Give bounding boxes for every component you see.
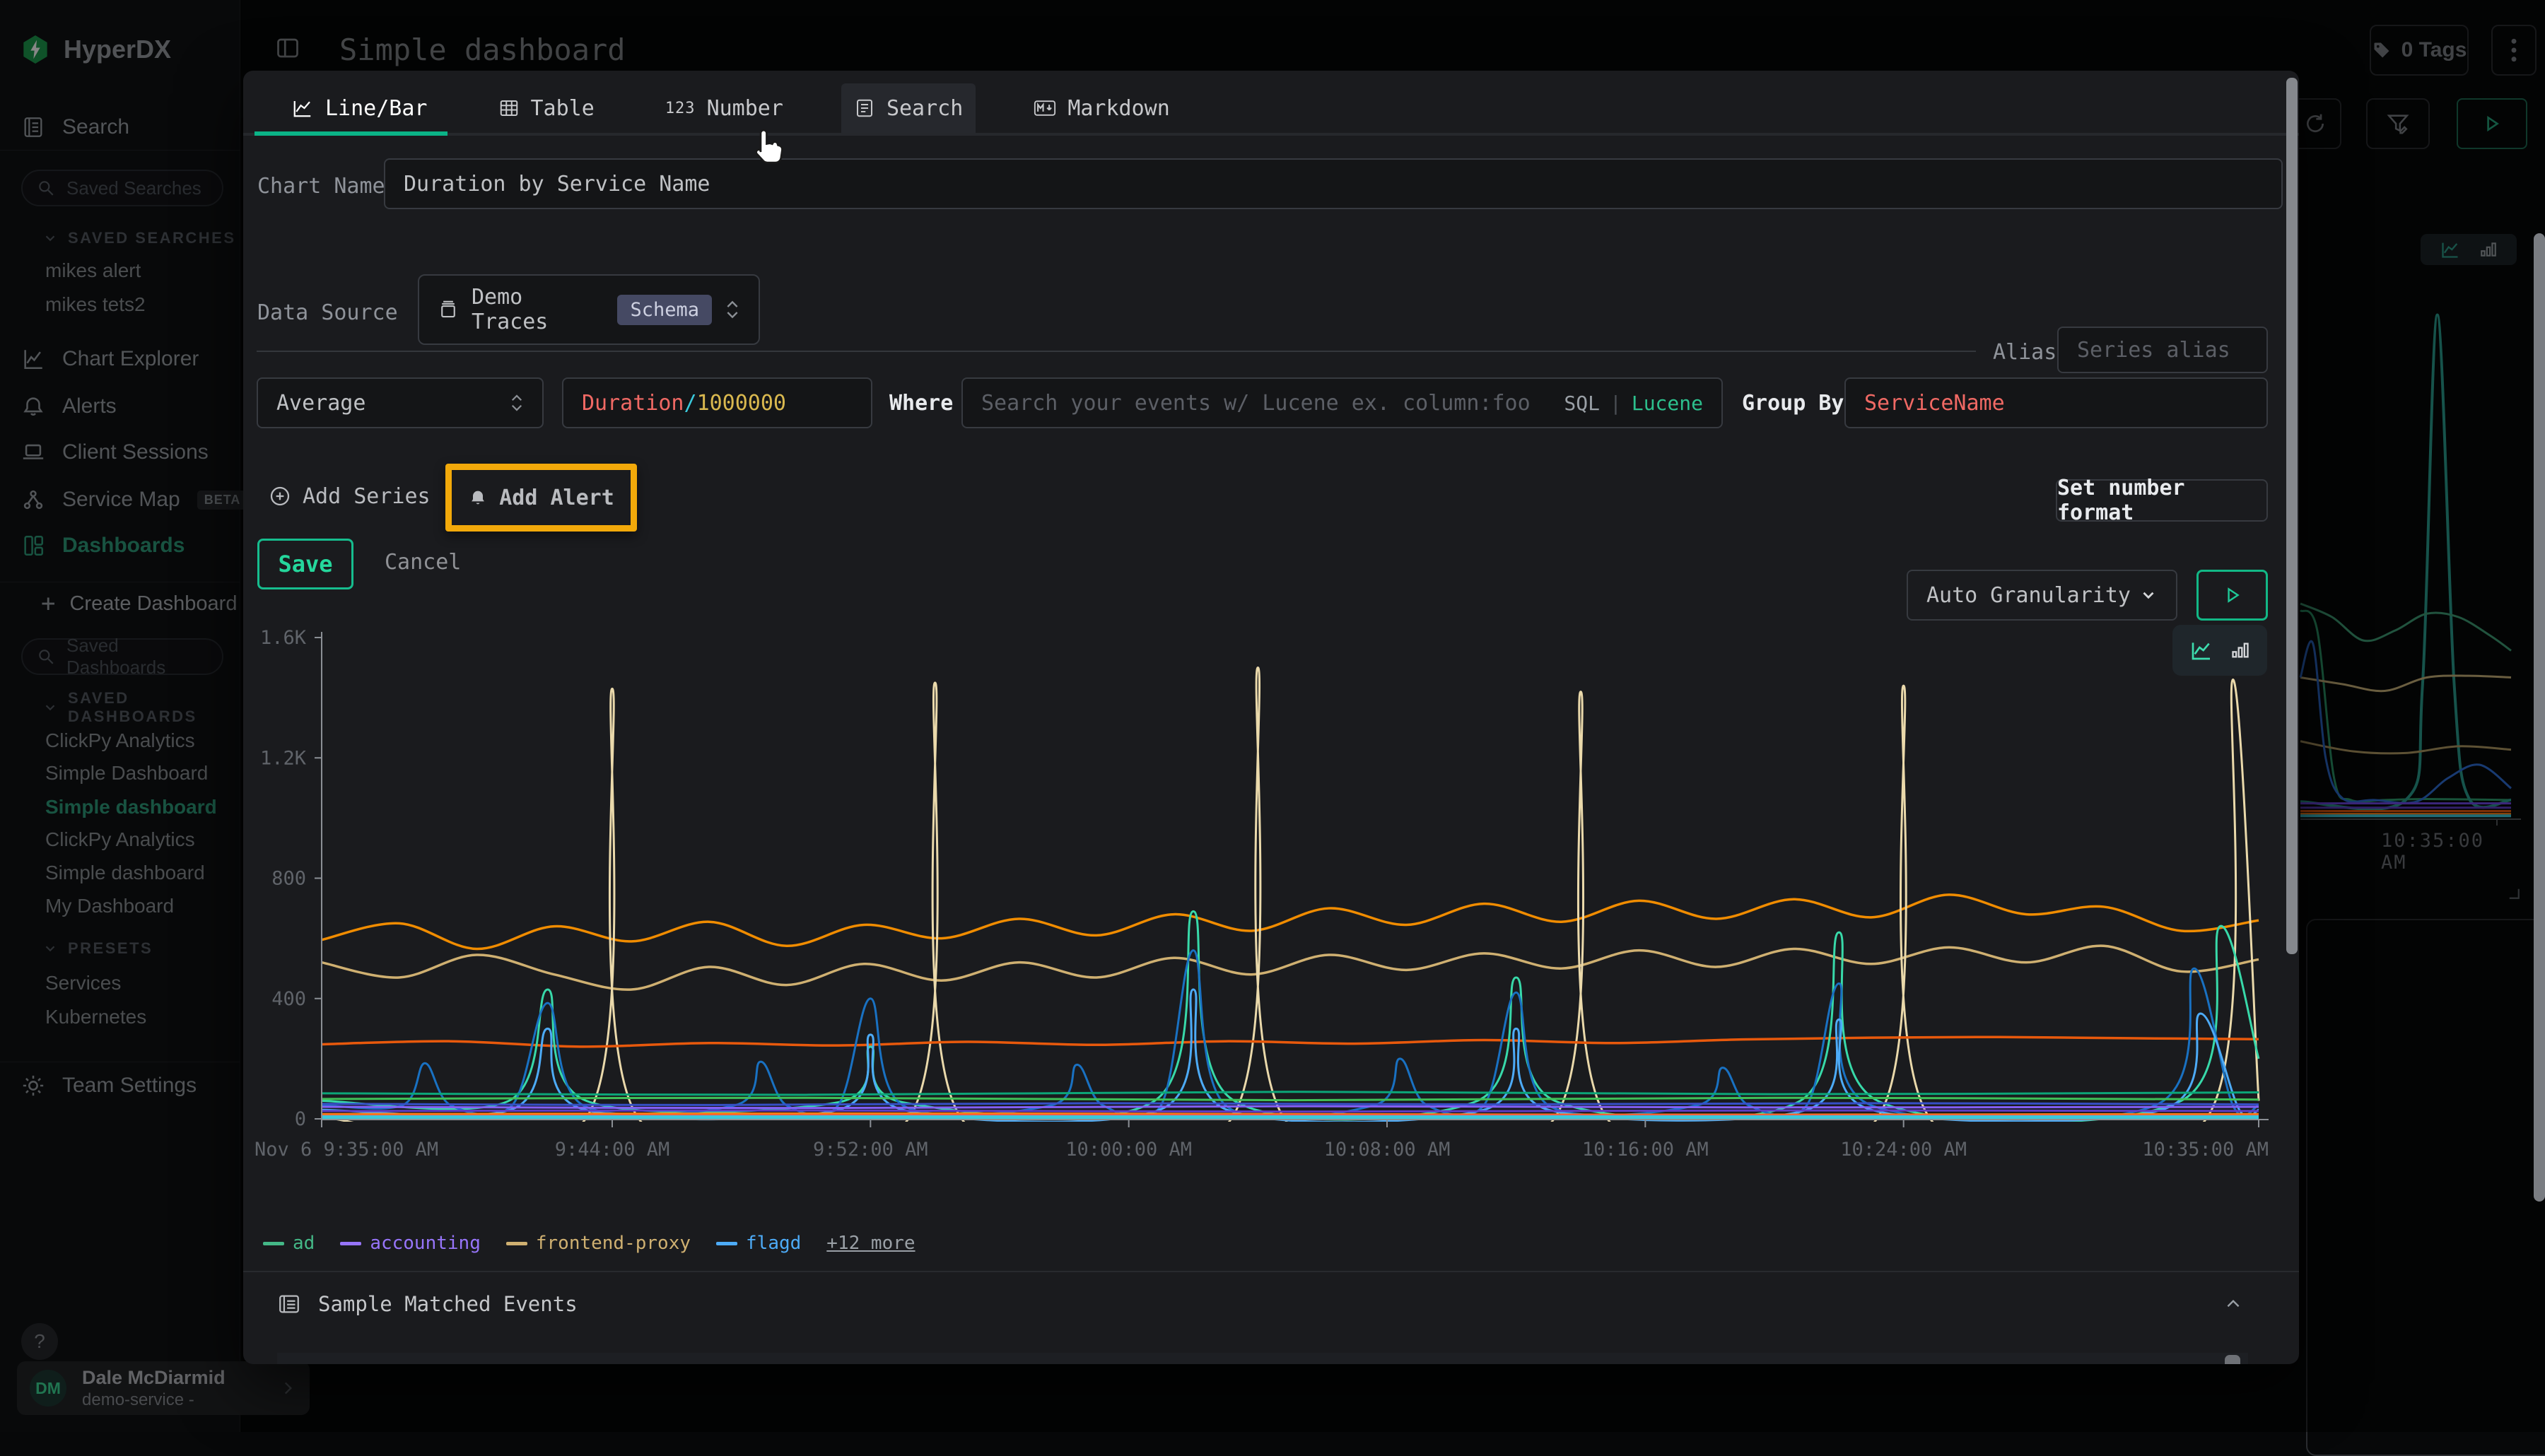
col-level[interactable]: level — [793, 1363, 954, 1365]
legend-item[interactable]: flagd — [716, 1233, 801, 1254]
events-list-icon — [277, 1292, 301, 1316]
legend-swatch — [263, 1242, 284, 1245]
collapse-chevron-icon[interactable] — [2223, 1295, 2244, 1313]
select-chevrons-icon — [725, 298, 740, 321]
mouse-cursor — [747, 126, 788, 171]
svg-text:10:35:00 AM: 10:35:00 AM — [2142, 1139, 2269, 1161]
group-by-label: Group By — [1742, 391, 1844, 416]
chart-name-input[interactable]: Duration by Service Name — [384, 158, 2283, 209]
line-chart-icon — [291, 98, 314, 119]
play-icon — [2223, 586, 2242, 604]
plus-circle-icon — [269, 485, 291, 507]
chart-type-tabs: Line/Bar Table 123 Number Search Markdow… — [243, 83, 2299, 136]
timeseries-chart[interactable]: 0 400 800 1.2K 1.6K Nov 6 9:35:00 AM 9:44:00 A… — [243, 622, 2299, 1162]
svg-text:10:08:00 AM: 10:08:00 AM — [1324, 1139, 1451, 1161]
col-timestamp[interactable]: Timestamp (Local) — [328, 1363, 566, 1365]
expression-value: 1000000 — [697, 391, 786, 416]
legend-item[interactable]: accounting — [340, 1233, 481, 1254]
legend-more-link[interactable]: +12 more — [826, 1233, 915, 1254]
legend-swatch — [716, 1242, 737, 1245]
table-scrollbar-thumb[interactable] — [2225, 1355, 2240, 1364]
col-spanname[interactable]: SpanName — [1180, 1363, 2102, 1365]
tab-search[interactable]: Search — [841, 83, 976, 133]
window-scrollbar-thumb[interactable] — [2534, 233, 2545, 1202]
svg-text:Nov 6 9:35:00 AM: Nov 6 9:35:00 AM — [255, 1139, 438, 1161]
granularity-select[interactable]: Auto Granularity — [1907, 570, 2177, 621]
markdown-icon — [1034, 98, 1056, 119]
where-label: Where — [889, 391, 953, 416]
number-123-icon: 123 — [665, 100, 696, 117]
col-duration[interactable]: duration — [954, 1363, 1180, 1365]
chart-legend: ad accounting frontend-proxy flagd +12 m… — [263, 1233, 915, 1254]
events-table-header: Timestamp (Local) service level duration… — [277, 1353, 2248, 1364]
legend-swatch — [340, 1242, 361, 1245]
svg-text:9:52:00 AM: 9:52:00 AM — [813, 1139, 928, 1161]
where-placeholder: Search your events w/ Lucene ex. column:… — [981, 391, 1531, 416]
bell-icon — [468, 487, 488, 508]
svg-text:10:16:00 AM: 10:16:00 AM — [1582, 1139, 1709, 1161]
tab-table[interactable]: Table — [486, 83, 607, 133]
svg-text:800: 800 — [271, 868, 306, 890]
series-alias-input[interactable]: Series alias — [2057, 327, 2268, 373]
col-service[interactable]: service — [566, 1363, 793, 1365]
svg-text:1.6K: 1.6K — [260, 627, 307, 649]
field-expression-input[interactable]: Duration/1000000 — [562, 377, 872, 428]
add-alert-button[interactable]: Add Alert — [452, 470, 631, 525]
alias-label: Alias — [1993, 340, 2057, 365]
svg-text:0: 0 — [295, 1108, 306, 1130]
modal-scrollbar-thumb[interactable] — [2286, 78, 2298, 954]
series-divider — [257, 351, 1976, 352]
divider — [243, 1271, 2299, 1272]
search-list-icon — [854, 98, 875, 119]
tab-markdown[interactable]: Markdown — [1021, 83, 1183, 133]
legend-swatch — [506, 1242, 527, 1245]
svg-text:10:00:00 AM: 10:00:00 AM — [1065, 1139, 1192, 1161]
chevron-down-icon — [2139, 586, 2158, 604]
chart-edit-modal: Line/Bar Table 123 Number Search Markdow… — [243, 71, 2299, 1364]
data-source-label: Data Source — [257, 300, 398, 325]
save-button[interactable]: Save — [257, 539, 353, 589]
data-source-select[interactable]: Demo Traces Schema — [418, 274, 760, 345]
legend-item[interactable]: ad — [263, 1233, 315, 1254]
code-icon[interactable]: </> — [2102, 1363, 2135, 1364]
run-chart-button[interactable] — [2196, 570, 2268, 621]
chart-name-label: Chart Name — [257, 174, 385, 199]
aggregation-select[interactable]: Average — [257, 377, 544, 428]
select-chevrons-icon — [510, 392, 524, 413]
tab-line-bar[interactable]: Line/Bar — [279, 83, 440, 133]
add-series-button[interactable]: Add Series — [269, 479, 431, 513]
svg-text:10:24:00 AM: 10:24:00 AM — [1840, 1139, 1967, 1161]
svg-text:1.2K: 1.2K — [260, 747, 307, 769]
group-by-input[interactable]: ServiceName — [1844, 377, 2268, 428]
table-icon — [498, 98, 520, 119]
download-icon[interactable] — [2196, 1363, 2217, 1364]
sample-events-header[interactable]: Sample Matched Events — [277, 1292, 578, 1316]
svg-text:400: 400 — [271, 988, 306, 1010]
annotation-highlight-box: Add Alert — [445, 464, 637, 532]
expression-field: Duration — [582, 391, 684, 416]
database-icon — [438, 298, 459, 321]
lucene-toggle[interactable]: Lucene — [1632, 392, 1703, 415]
set-number-format-button[interactable]: Set number format — [2056, 479, 2268, 522]
cancel-button[interactable]: Cancel — [385, 550, 461, 575]
svg-text:9:44:00 AM: 9:44:00 AM — [555, 1139, 670, 1161]
wrap-text-icon[interactable] — [2155, 1363, 2176, 1364]
where-search-input[interactable]: Search your events w/ Lucene ex. column:… — [961, 377, 1723, 428]
sql-toggle[interactable]: SQL — [1564, 392, 1600, 415]
spacer3 — [277, 1282, 2248, 1283]
schema-badge[interactable]: Schema — [617, 295, 712, 325]
legend-item[interactable]: frontend-proxy — [506, 1233, 691, 1254]
expression-operator: / — [684, 391, 697, 416]
